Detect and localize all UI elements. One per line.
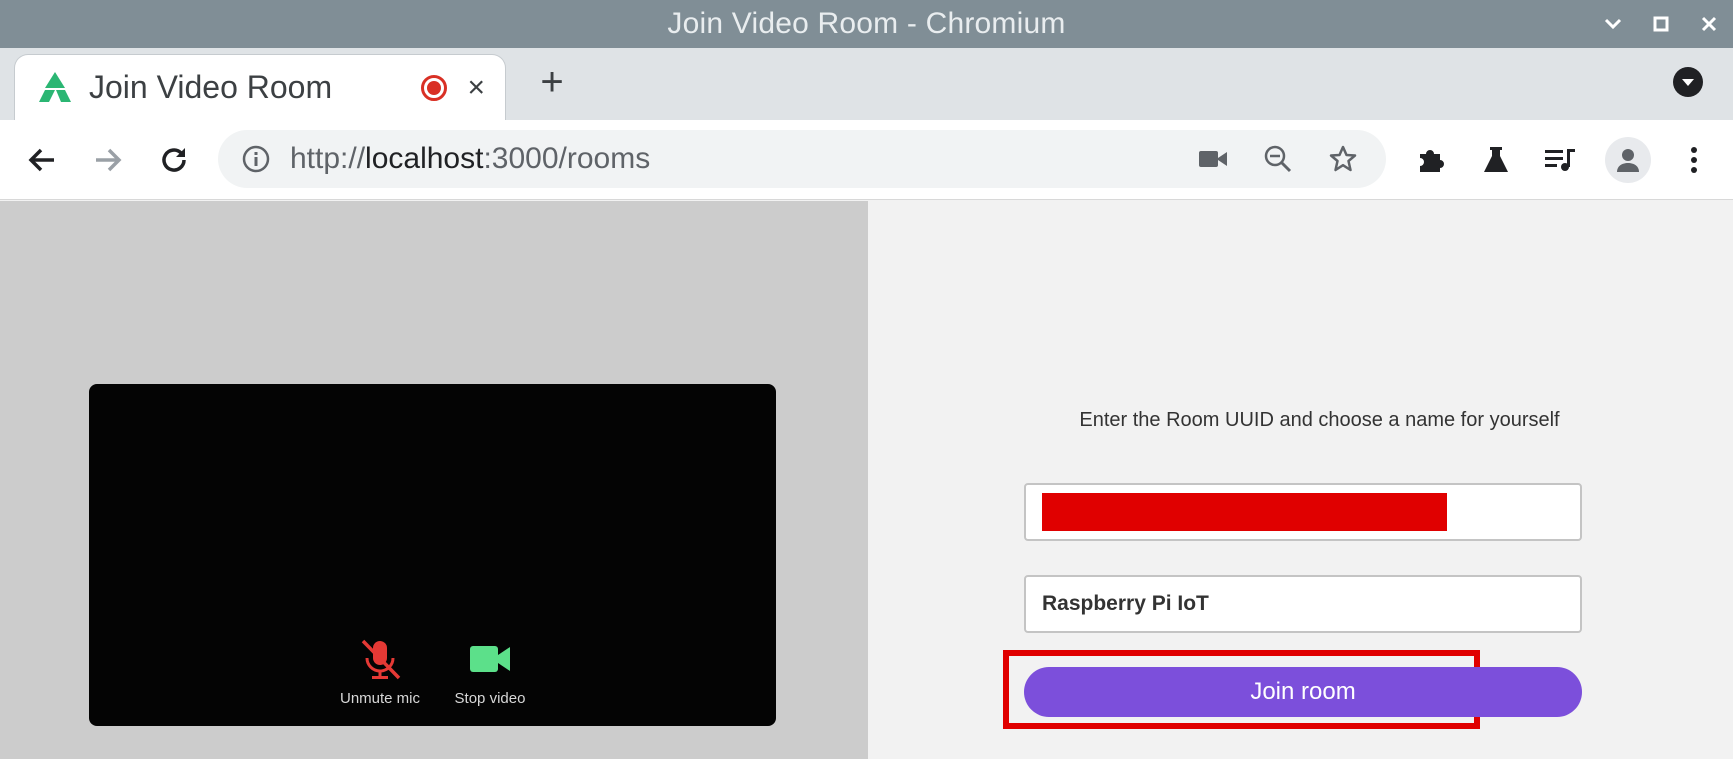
media-icon: [1545, 149, 1575, 171]
stop-video-button[interactable]: Stop video: [435, 638, 545, 707]
zoom-out-icon: [1264, 145, 1292, 173]
media-controls-button[interactable]: [1538, 138, 1582, 182]
info-icon[interactable]: [240, 143, 272, 175]
close-icon: [1701, 16, 1717, 32]
close-window-button[interactable]: [1685, 0, 1733, 48]
tab-title: Join Video Room: [89, 69, 333, 105]
back-icon: [28, 148, 54, 172]
join-room-button[interactable]: Join room: [1024, 667, 1582, 717]
menu-icon: [1691, 147, 1697, 173]
recording-indicator-icon: [421, 74, 448, 101]
camera-indicator-button[interactable]: [1191, 137, 1235, 181]
local-video-preview: Unmute mic Stop video: [89, 384, 776, 726]
reload-button[interactable]: [152, 138, 196, 182]
video-camera-icon: [470, 646, 510, 672]
profile-button[interactable]: [1605, 137, 1651, 183]
extensions-icon: [1420, 150, 1444, 172]
tab-close-icon[interactable]: ×: [467, 71, 485, 105]
unmute-mic-button[interactable]: Unmute mic: [325, 638, 435, 707]
star-icon: [1329, 145, 1357, 172]
tab-join-video-room[interactable]: Join Video Room ×: [14, 54, 506, 120]
display-name-value: Raspberry Pi IoT: [1042, 592, 1209, 615]
unmute-mic-label: Unmute mic: [339, 690, 421, 707]
page-content: Unmute mic Stop video Enter the Room UUI…: [0, 201, 1733, 759]
window-controls: [1589, 0, 1733, 48]
tab-search-button[interactable]: [1673, 67, 1703, 97]
app-logo-icon: [33, 66, 77, 110]
profile-icon: [1617, 149, 1639, 172]
forward-button[interactable]: [86, 138, 130, 182]
labs-icon: [1484, 147, 1508, 172]
chevron-down-icon: [1682, 79, 1694, 86]
labs-button[interactable]: [1474, 138, 1518, 182]
display-name-input[interactable]: Raspberry Pi IoT: [1024, 575, 1582, 633]
address-bar[interactable]: http://localhost:3000/rooms: [218, 130, 1386, 188]
bookmark-button[interactable]: [1321, 137, 1365, 181]
new-tab-button[interactable]: +: [530, 60, 574, 104]
chevron-down-icon: [1604, 18, 1622, 30]
minimize-button[interactable]: [1589, 0, 1637, 48]
maximize-button[interactable]: [1637, 0, 1685, 48]
maximize-icon: [1653, 16, 1669, 32]
url-text: http://localhost:3000/rooms: [290, 142, 651, 175]
tab-strip: Join Video Room × +: [0, 48, 1733, 120]
join-instructions: Enter the Room UUID and choose a name fo…: [1079, 409, 1560, 431]
stop-video-label: Stop video: [454, 690, 526, 707]
window-titlebar: Join Video Room - Chromium: [0, 0, 1733, 48]
window-title: Join Video Room - Chromium: [667, 7, 1066, 40]
join-form-pane: Enter the Room UUID and choose a name fo…: [868, 201, 1733, 759]
video-pane: Unmute mic Stop video: [0, 201, 868, 759]
forward-icon: [96, 148, 122, 172]
back-button[interactable]: [20, 138, 64, 182]
menu-button[interactable]: [1672, 138, 1716, 182]
extensions-button[interactable]: [1409, 138, 1453, 182]
redacted-room-uuid: [1042, 493, 1447, 531]
camera-icon: [1199, 151, 1227, 167]
room-uuid-input[interactable]: [1024, 483, 1582, 541]
zoom-button[interactable]: [1256, 137, 1300, 181]
browser-toolbar: http://localhost:3000/rooms: [0, 120, 1733, 200]
mic-off-icon: [361, 639, 401, 680]
reload-icon: [162, 148, 186, 172]
